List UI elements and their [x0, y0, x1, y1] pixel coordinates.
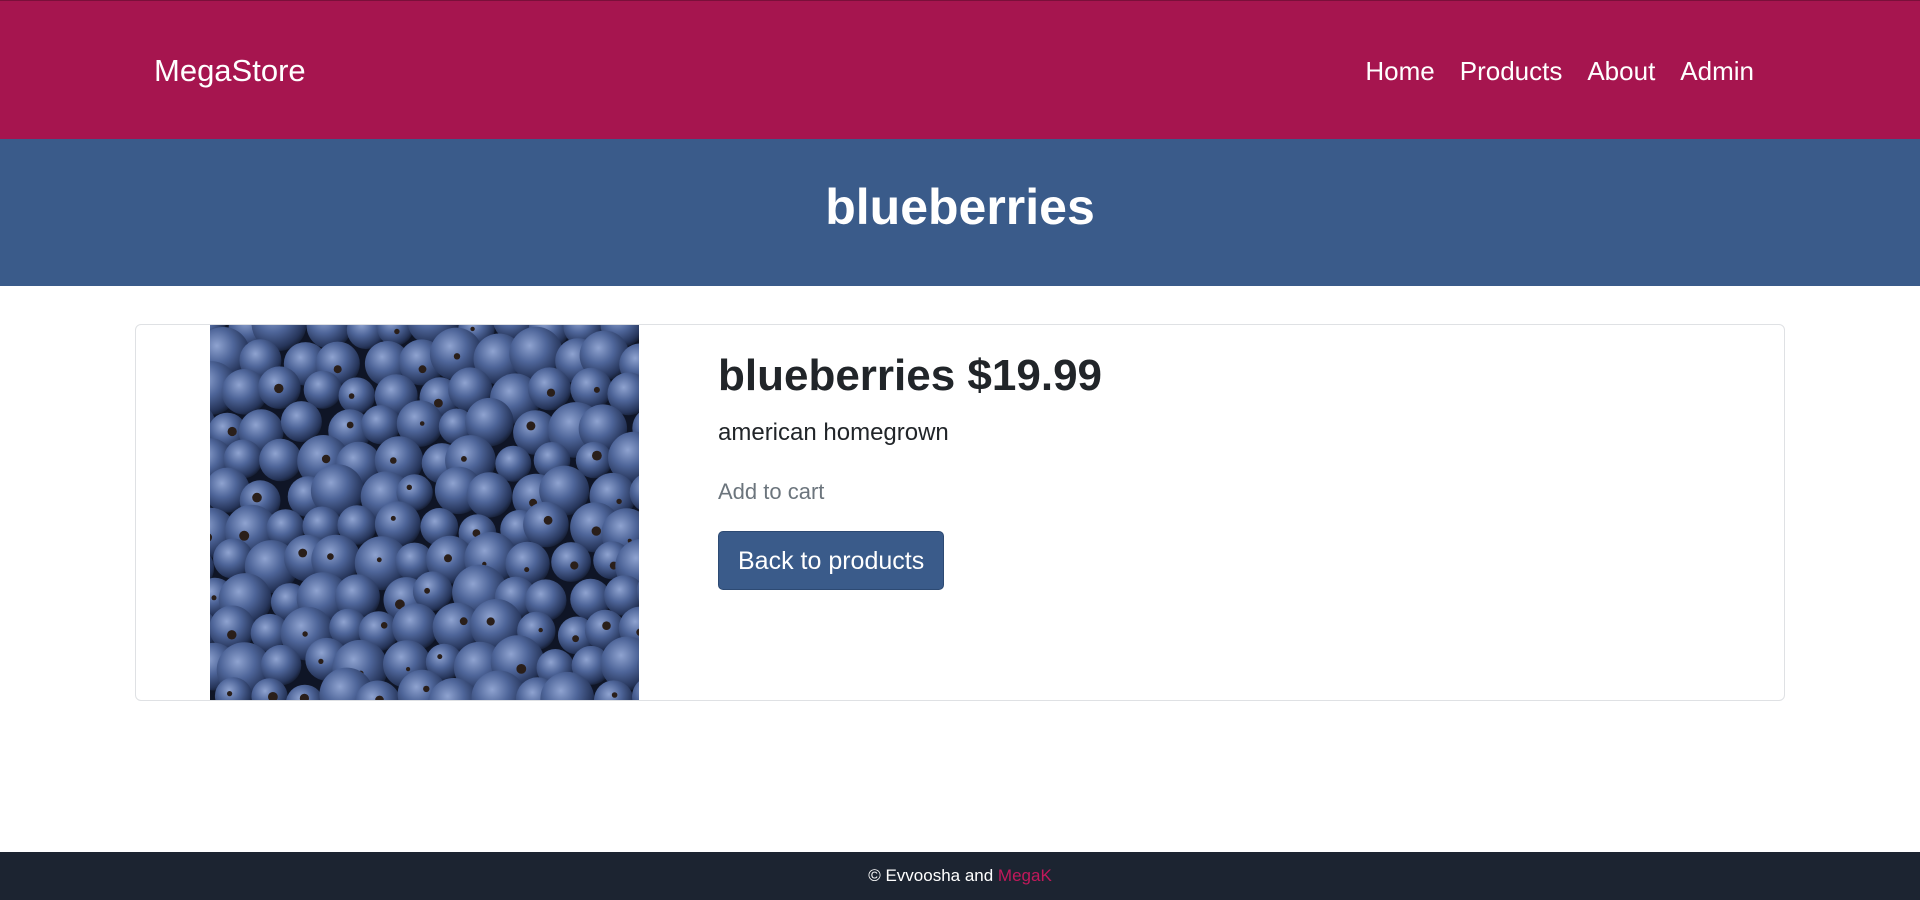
- berry-shape: [338, 377, 376, 414]
- berry-shape: [466, 472, 512, 518]
- berry-crown: [546, 388, 556, 397]
- add-to-cart-link[interactable]: Add to cart: [718, 477, 1102, 507]
- berry-crown: [298, 548, 308, 558]
- berry-crown: [424, 587, 430, 594]
- footer-author-link[interactable]: MegaK: [998, 866, 1052, 885]
- product-description: american homegrown: [718, 419, 949, 446]
- top-navbar: MegaStore Home Products About Admin: [0, 0, 1920, 139]
- berry-shape: [551, 542, 591, 582]
- berry-crown: [252, 492, 262, 503]
- berry-crown: [333, 365, 342, 374]
- berry-crown: [453, 353, 461, 360]
- berry-crown: [380, 622, 388, 629]
- berry-crown: [274, 383, 284, 394]
- berry-crown: [486, 617, 495, 626]
- berry-crown: [444, 554, 452, 563]
- brand-logo-link[interactable]: MegaStore: [154, 51, 306, 91]
- nav-link-home[interactable]: Home: [1365, 51, 1434, 91]
- main-nav: Home Products About Admin: [1365, 51, 1754, 91]
- berry-crown: [570, 561, 579, 570]
- berry-crown: [406, 484, 412, 490]
- product-image: [210, 325, 639, 700]
- blueberries-photo: [210, 325, 639, 700]
- berry-crown: [348, 393, 355, 399]
- product-name-price: blueberries $19.99: [718, 351, 1103, 400]
- page-footer: © Evvoosha and MegaK: [0, 852, 1920, 900]
- berry-crown: [321, 454, 331, 464]
- berry-crown: [572, 635, 579, 643]
- page-hero-banner: blueberries: [0, 139, 1920, 286]
- berry-crown: [593, 386, 600, 393]
- berry-crown: [227, 630, 237, 640]
- berry-shape: [259, 438, 302, 482]
- page-title: blueberries: [825, 179, 1095, 235]
- berry-shape: [523, 501, 569, 548]
- footer-copyright: © Evvoosha and: [868, 866, 998, 885]
- berry-crown: [390, 457, 397, 464]
- berry-crown: [423, 685, 430, 693]
- nav-link-admin[interactable]: Admin: [1680, 51, 1754, 91]
- berry-crown: [592, 450, 602, 461]
- berry-shape: [280, 401, 322, 443]
- berry-crown: [376, 557, 382, 563]
- berry-crown: [526, 421, 536, 431]
- berry-crown: [227, 426, 237, 437]
- berry-crown: [302, 631, 308, 637]
- berry-crown: [461, 456, 467, 462]
- berry-crown: [470, 326, 475, 332]
- berry-crown: [524, 567, 530, 573]
- berry-crown: [591, 526, 601, 536]
- berry-crown: [318, 658, 324, 664]
- berry-crown: [459, 617, 468, 626]
- berry-crown: [327, 553, 334, 560]
- nav-link-about[interactable]: About: [1587, 51, 1655, 91]
- back-to-products-button[interactable]: Back to products: [718, 531, 945, 590]
- berry-crown: [394, 328, 400, 335]
- berry-crown: [346, 421, 354, 429]
- berry-crown: [211, 595, 217, 601]
- berry-crown: [437, 654, 443, 660]
- berry-crown: [602, 621, 611, 630]
- berry-crown: [538, 627, 543, 633]
- berry-crown: [406, 667, 411, 672]
- nav-link-products[interactable]: Products: [1460, 51, 1563, 91]
- berry-crown: [616, 498, 622, 505]
- berry-crown: [611, 692, 618, 698]
- berry-crown: [516, 664, 527, 674]
- berry-crown: [419, 421, 425, 426]
- berry-crown: [543, 515, 553, 525]
- berry-crown: [418, 365, 427, 374]
- berry-crown: [239, 530, 250, 541]
- berry-crown: [390, 515, 396, 521]
- berry-crown: [227, 691, 233, 697]
- product-details: blueberries $19.99 american homegrown Ad…: [718, 349, 1102, 590]
- product-card: blueberries $19.99 american homegrown Ad…: [135, 324, 1785, 701]
